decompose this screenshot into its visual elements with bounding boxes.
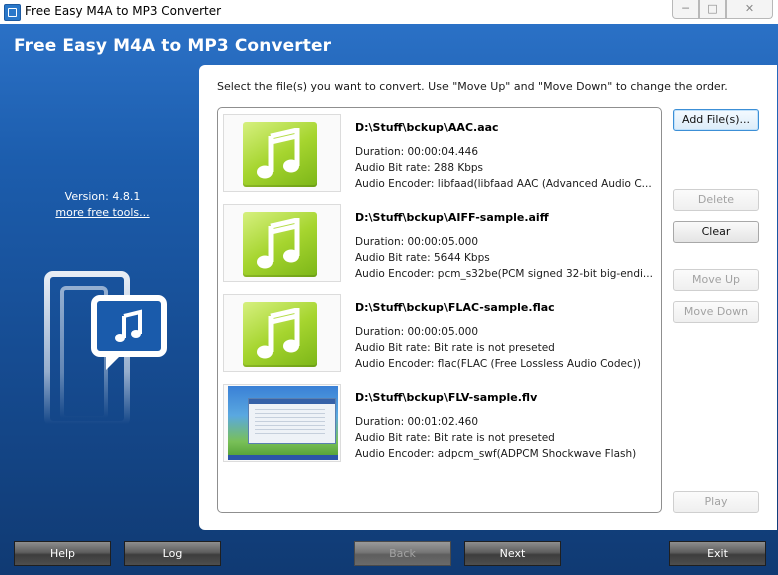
- video-screenshot: [228, 386, 338, 460]
- instructions-text: Select the file(s) you want to convert. …: [217, 80, 728, 93]
- move-up-button[interactable]: Move Up: [673, 269, 759, 291]
- window-title: Free Easy M4A to MP3 Converter: [25, 4, 222, 18]
- file-name: D:\Stuff\bckup\AIFF-sample.aiff: [355, 211, 549, 224]
- thumbnail: [223, 294, 341, 372]
- exit-button[interactable]: Exit: [669, 541, 766, 566]
- more-tools-link[interactable]: more free tools...: [0, 206, 205, 219]
- file-name: D:\Stuff\bckup\AAC.aac: [355, 121, 499, 134]
- version-label: Version: 4.8.1: [64, 190, 141, 203]
- close-button[interactable]: ✕: [726, 0, 773, 19]
- music-note-icon: [243, 302, 317, 367]
- file-name: D:\Stuff\bckup\FLAC-sample.flac: [355, 301, 555, 314]
- app-logo-icon: [44, 271, 167, 427]
- minimize-button[interactable]: ─: [672, 0, 699, 19]
- file-duration: Duration: 00:00:05.000: [355, 326, 479, 338]
- list-item[interactable]: D:\Stuff\bckup\FLV-sample.flv Duration: …: [218, 378, 661, 468]
- file-encoder: Audio Encoder: pcm_s32be(PCM signed 32-b…: [355, 268, 653, 280]
- list-item[interactable]: D:\Stuff\bckup\FLAC-sample.flac Duration…: [218, 288, 661, 378]
- file-encoder: Audio Encoder: adpcm_swf(ADPCM Shockwave…: [355, 448, 637, 460]
- maximize-button[interactable]: □: [699, 0, 726, 19]
- file-bitrate: Audio Bit rate: Bit rate is not preseted: [355, 342, 555, 354]
- list-item[interactable]: D:\Stuff\bckup\AIFF-sample.aiff Duration…: [218, 198, 661, 288]
- next-button[interactable]: Next: [464, 541, 561, 566]
- main-area: Free Easy M4A to MP3 Converter Version: …: [0, 24, 778, 575]
- file-duration: Duration: 00:00:05.000: [355, 236, 479, 248]
- file-duration: Duration: 00:00:04.446: [355, 146, 479, 158]
- delete-button[interactable]: Delete: [673, 189, 759, 211]
- clear-button[interactable]: Clear: [673, 221, 759, 243]
- file-bitrate: Audio Bit rate: 5644 Kbps: [355, 252, 490, 264]
- add-files-button[interactable]: Add File(s)...: [673, 109, 759, 131]
- file-name: D:\Stuff\bckup\FLV-sample.flv: [355, 391, 538, 404]
- move-down-button[interactable]: Move Down: [673, 301, 759, 323]
- log-button[interactable]: Log: [124, 541, 221, 566]
- play-button[interactable]: Play: [673, 491, 759, 513]
- file-duration: Duration: 00:01:02.460: [355, 416, 479, 428]
- file-panel: Select the file(s) you want to convert. …: [199, 65, 777, 530]
- file-encoder: Audio Encoder: libfaad(libfaad AAC (Adva…: [355, 178, 652, 190]
- back-button[interactable]: Back: [354, 541, 451, 566]
- file-list[interactable]: D:\Stuff\bckup\AAC.aac Duration: 00:00:0…: [217, 107, 662, 513]
- file-encoder: Audio Encoder: flac(FLAC (Free Lossless …: [355, 358, 641, 370]
- app-title: Free Easy M4A to MP3 Converter: [14, 36, 332, 56]
- app-icon: [4, 4, 21, 21]
- file-bitrate: Audio Bit rate: Bit rate is not preseted: [355, 432, 555, 444]
- file-bitrate: Audio Bit rate: 288 Kbps: [355, 162, 484, 174]
- title-bar: Free Easy M4A to MP3 Converter ─ □ ✕: [0, 0, 778, 24]
- thumbnail: [223, 204, 341, 282]
- music-note-icon: [243, 122, 317, 187]
- music-note-icon: [243, 212, 317, 277]
- thumbnail: [223, 384, 341, 462]
- help-button[interactable]: Help: [14, 541, 111, 566]
- thumbnail: [223, 114, 341, 192]
- list-item[interactable]: D:\Stuff\bckup\AAC.aac Duration: 00:00:0…: [218, 108, 661, 198]
